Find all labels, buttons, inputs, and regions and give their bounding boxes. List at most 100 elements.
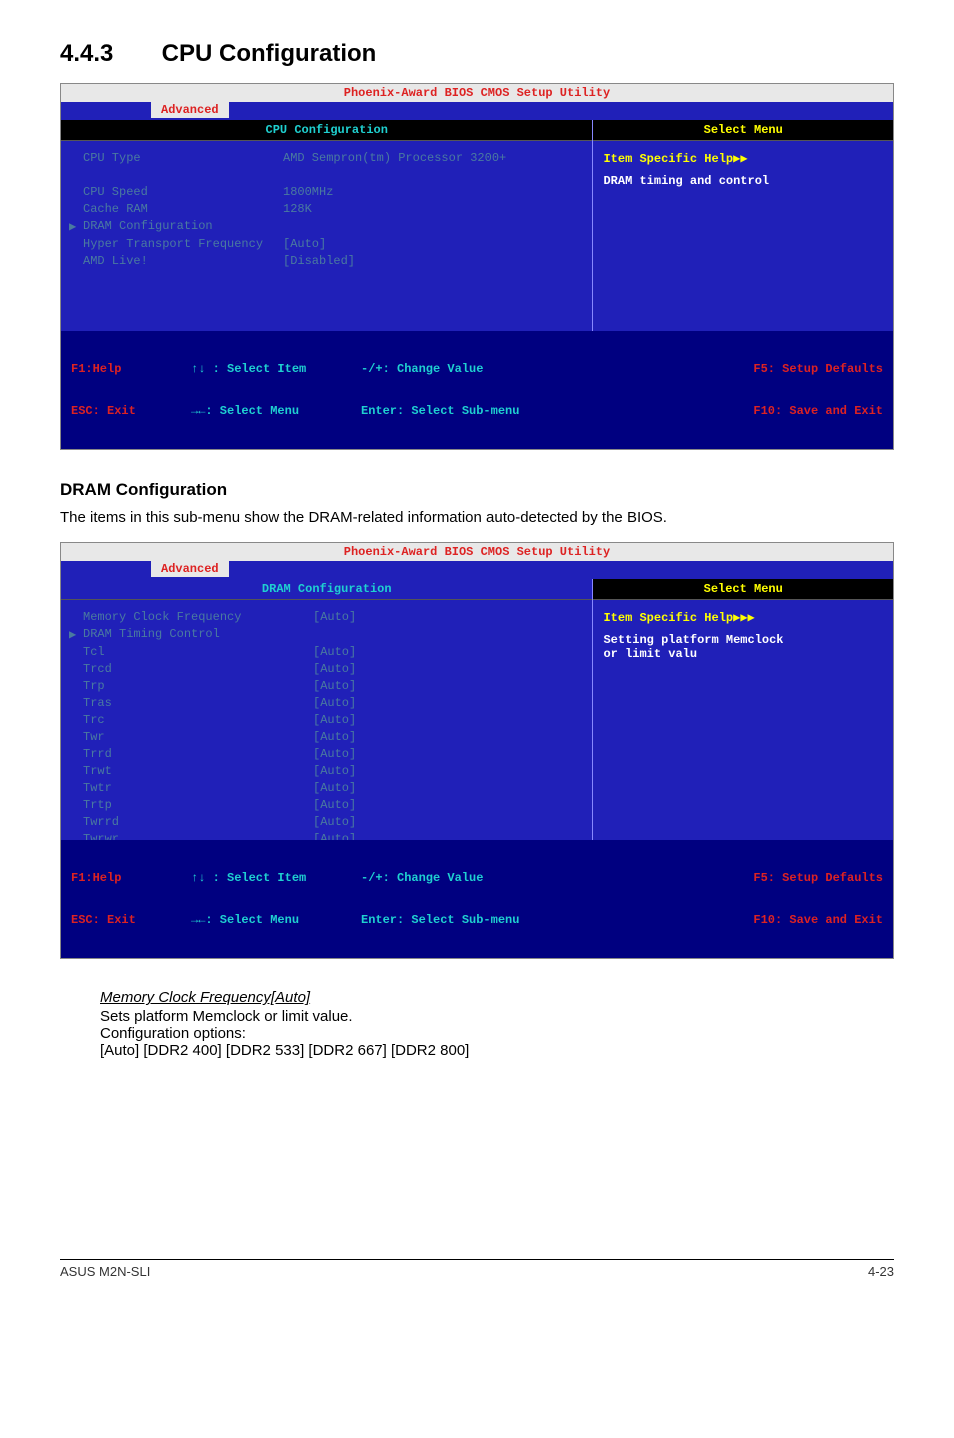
dram-heading: DRAM Configuration — [60, 480, 894, 500]
bios-row[interactable]: Trc[Auto] — [69, 713, 584, 727]
row-label: Trcd — [83, 662, 313, 676]
row-value: [Auto] — [313, 645, 584, 659]
row-value: [Auto] — [313, 610, 584, 624]
bios-columns: CPU Configuration CPU TypeAMD Sempron(tm… — [61, 120, 893, 331]
bios-columns-2: DRAM Configuration Memory Clock Frequenc… — [61, 579, 893, 840]
foot-esc-2: ESC: Exit — [71, 913, 136, 927]
footer-right: 4-23 — [868, 1264, 894, 1279]
bios-row[interactable]: ▶DRAM Timing Control — [69, 627, 584, 642]
submenu-arrow-icon: ▶ — [69, 219, 83, 234]
help-arrows-icon: ▶▶ — [733, 152, 747, 166]
row-label: Tras — [83, 696, 313, 710]
bios-row[interactable]: CPU Speed1800MHz — [69, 185, 584, 199]
dram-rows-container: Memory Clock Frequency[Auto] ▶DRAM Timing… — [61, 600, 592, 840]
help-text: DRAM timing and control — [603, 174, 883, 188]
bios-row[interactable]: Trcd[Auto] — [69, 662, 584, 676]
row-label: Trrd — [83, 747, 313, 761]
row-value: [Auto] — [313, 713, 584, 727]
bios-row[interactable]: Trrd[Auto] — [69, 747, 584, 761]
submenu-arrow-icon — [69, 747, 83, 761]
foot-f1-2: F1:Help — [71, 871, 121, 885]
row-label: AMD Live! — [83, 254, 283, 268]
bios-row[interactable]: AMD Live![Disabled] — [69, 254, 584, 268]
submenu-arrow-icon — [69, 185, 83, 199]
bios-left-panel-2: DRAM Configuration Memory Clock Frequenc… — [61, 579, 593, 840]
bios-row[interactable]: Trwt[Auto] — [69, 764, 584, 778]
submenu-arrow-icon — [69, 764, 83, 778]
bios-row[interactable]: ▶DRAM Configuration — [69, 219, 584, 234]
row-label: Hyper Transport Frequency — [83, 237, 283, 251]
row-label: Twrrd — [83, 815, 313, 829]
row-label: Tcl — [83, 645, 313, 659]
row-value: AMD Sempron(tm) Processor 3200+ — [283, 151, 584, 165]
row-label: Trtp — [83, 798, 313, 812]
tab-advanced[interactable]: Advanced — [151, 102, 229, 118]
row-value: [Auto] — [313, 815, 584, 829]
bios-row[interactable]: CPU TypeAMD Sempron(tm) Processor 3200+ — [69, 151, 584, 165]
bios-row[interactable]: Tcl[Auto] — [69, 645, 584, 659]
bios-row[interactable]: Cache RAM128K — [69, 202, 584, 216]
bios-cpu-panel: Phoenix-Award BIOS CMOS Setup Utility Ad… — [60, 83, 894, 450]
submenu-arrow-icon — [69, 679, 83, 693]
row-label: Twtr — [83, 781, 313, 795]
row-label: Trwt — [83, 764, 313, 778]
cpu-rows-container: CPU TypeAMD Sempron(tm) Processor 3200+ … — [61, 141, 592, 331]
row-value: [Auto] — [313, 747, 584, 761]
help-panel: Item Specific Help▶▶ DRAM timing and con… — [593, 141, 893, 331]
tab-bar: Advanced — [61, 102, 893, 120]
tab-bar-2: Advanced — [61, 561, 893, 579]
foot-f10: F10: Save and Exit — [753, 404, 883, 418]
foot-updown-2: ↑↓ : Select Item — [191, 871, 306, 885]
row-label — [83, 168, 283, 182]
footer-left: ASUS M2N-SLI — [60, 1264, 150, 1279]
help-item-text: Item Specific Help — [603, 152, 733, 166]
bios-row[interactable]: Trp[Auto] — [69, 679, 584, 693]
row-value: 1800MHz — [283, 185, 584, 199]
submenu-arrow-icon — [69, 151, 83, 165]
bios-row[interactable]: Tras[Auto] — [69, 696, 584, 710]
row-label: Twr — [83, 730, 313, 744]
help-arrows-icon-2: ▶▶▶ — [733, 611, 755, 625]
bios-title-2: Phoenix-Award BIOS CMOS Setup Utility — [61, 543, 893, 561]
bios-row[interactable]: Twrwr[Auto] — [69, 832, 584, 840]
bios-right-panel: Select Menu Item Specific Help▶▶ DRAM ti… — [593, 120, 893, 331]
submenu-arrow-icon — [69, 645, 83, 659]
row-label: Trp — [83, 679, 313, 693]
row-value: [Auto] — [283, 237, 584, 251]
bios-row[interactable] — [69, 168, 584, 182]
right-header-2: Select Menu — [593, 579, 893, 600]
bios-title: Phoenix-Award BIOS CMOS Setup Utility — [61, 84, 893, 102]
foot-leftright: →←: Select Menu — [191, 404, 299, 418]
submenu-arrow-icon — [69, 168, 83, 182]
row-value: [Disabled] — [283, 254, 584, 268]
submenu-arrow-icon — [69, 832, 83, 840]
bios-row[interactable]: Trtp[Auto] — [69, 798, 584, 812]
bios-row[interactable]: Twtr[Auto] — [69, 781, 584, 795]
submenu-arrow-icon — [69, 730, 83, 744]
bios-row[interactable]: Memory Clock Frequency[Auto] — [69, 610, 584, 624]
submenu-arrow-icon — [69, 696, 83, 710]
foot-f5: F5: Setup Defaults — [753, 362, 883, 376]
bios-row[interactable]: Twr[Auto] — [69, 730, 584, 744]
mem-line1: Sets platform Memclock or limit value. — [100, 1008, 894, 1025]
submenu-arrow-icon — [69, 237, 83, 251]
row-label: CPU Speed — [83, 185, 283, 199]
submenu-arrow-icon — [69, 713, 83, 727]
dram-text: The items in this sub-menu show the DRAM… — [60, 508, 894, 528]
left-header: CPU Configuration — [61, 120, 592, 141]
bios-row[interactable]: Twrrd[Auto] — [69, 815, 584, 829]
row-value: [Auto] — [313, 832, 584, 840]
tab-advanced-2[interactable]: Advanced — [151, 561, 229, 577]
foot-leftright-2: →←: Select Menu — [191, 913, 299, 927]
foot-updown: ↑↓ : Select Item — [191, 362, 306, 376]
foot-f1: F1:Help — [71, 362, 121, 376]
foot-plusminus-2: -/+: Change Value — [361, 871, 483, 885]
section-heading: 4.4.3 CPU Configuration — [60, 40, 894, 68]
mem-line3: [Auto] [DDR2 400] [DDR2 533] [DDR2 667] … — [100, 1042, 894, 1059]
row-label: CPU Type — [83, 151, 283, 165]
submenu-arrow-icon — [69, 254, 83, 268]
bios-row[interactable]: Hyper Transport Frequency[Auto] — [69, 237, 584, 251]
row-label: DRAM Timing Control — [83, 627, 313, 642]
row-label: Twrwr — [83, 832, 313, 840]
help-text-2b: or limit valu — [603, 647, 883, 661]
